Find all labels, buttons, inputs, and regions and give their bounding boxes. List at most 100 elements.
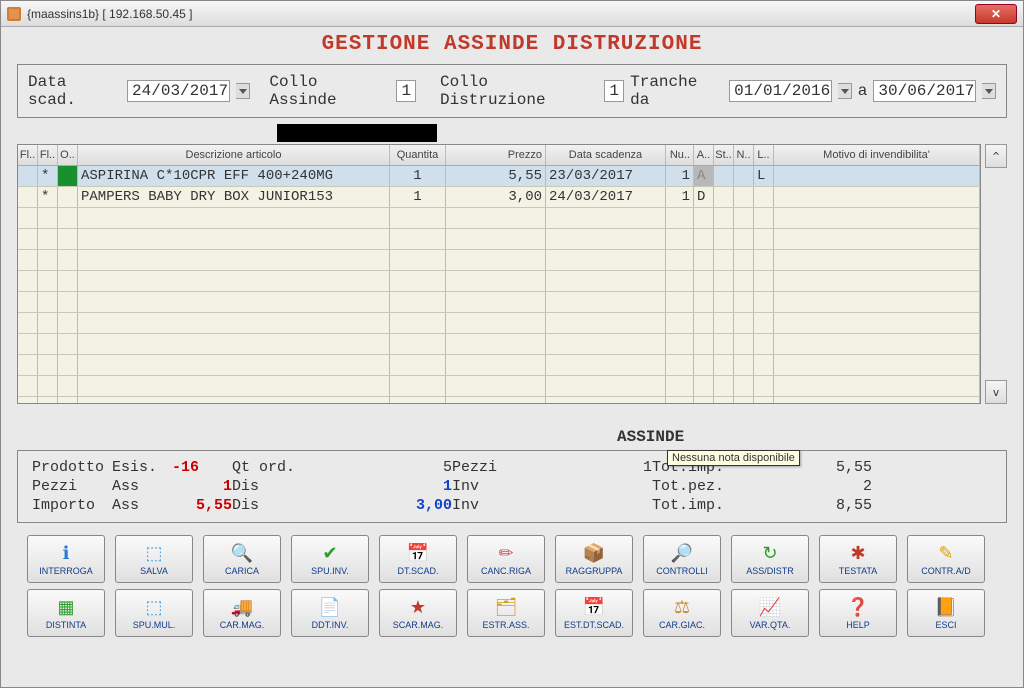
cell-col-qta[interactable]: 1 bbox=[390, 166, 446, 186]
toolbar-button-label: TESTATA bbox=[839, 566, 878, 576]
cell-col-l[interactable] bbox=[754, 187, 774, 207]
cell-col-prezzo[interactable]: 5,55 bbox=[446, 166, 546, 186]
distinta-icon: ▦ bbox=[54, 596, 78, 618]
car-giac-button[interactable]: ⚖CAR.GIAC. bbox=[643, 589, 721, 637]
cell-col-prezzo[interactable]: 3,00 bbox=[446, 187, 546, 207]
chevron-down-icon[interactable] bbox=[236, 83, 250, 99]
toolbar-button-label: SPU.MUL. bbox=[133, 620, 176, 630]
col-desc[interactable]: Descrizione articolo bbox=[78, 145, 390, 165]
toolbar-button-label: SPU.INV. bbox=[311, 566, 349, 576]
tooltip: Nessuna nota disponibile bbox=[667, 450, 800, 466]
canc-riga-button[interactable]: ✏CANC.RIGA bbox=[467, 535, 545, 583]
carica-icon: 🔍 bbox=[230, 542, 254, 564]
toolbar-button-label: SCAR.MAG. bbox=[393, 620, 444, 630]
table-row-empty bbox=[18, 334, 980, 355]
cell-col-mot[interactable] bbox=[774, 166, 980, 186]
scroll-up-button[interactable]: ^ bbox=[985, 144, 1007, 168]
salva-icon: ⬚ bbox=[142, 542, 166, 564]
col-fla[interactable]: Fl.. bbox=[18, 145, 38, 165]
ddt-inv-button[interactable]: 📄DDT.INV. bbox=[291, 589, 369, 637]
scar-mag-button[interactable]: ★SCAR.MAG. bbox=[379, 589, 457, 637]
col-st[interactable]: St.. bbox=[714, 145, 734, 165]
contr-ad-icon: ✎ bbox=[934, 542, 958, 564]
collo-assinde-input[interactable]: 1 bbox=[396, 80, 416, 102]
table-row[interactable]: *PAMPERS BABY DRY BOX JUNIOR15313,0024/0… bbox=[18, 187, 980, 208]
cell-col-nu[interactable]: 1 bbox=[666, 166, 694, 186]
ass-distr-button[interactable]: ↻ASS/DISTR bbox=[731, 535, 809, 583]
col-prezzo[interactable]: Prezzo bbox=[446, 145, 546, 165]
spu-inv-button[interactable]: ✔SPU.INV. bbox=[291, 535, 369, 583]
raggruppa-button[interactable]: 📦RAGGRUPPA bbox=[555, 535, 633, 583]
col-o[interactable]: O.. bbox=[58, 145, 78, 165]
spu-mul-button[interactable]: ⬚SPU.MUL. bbox=[115, 589, 193, 637]
cell-col-o[interactable] bbox=[58, 166, 78, 186]
cell-col-st[interactable] bbox=[714, 166, 734, 186]
interroga-button[interactable]: ℹINTERROGA bbox=[27, 535, 105, 583]
col-n[interactable]: N.. bbox=[734, 145, 754, 165]
table-row-empty bbox=[18, 397, 980, 404]
summary-qtord-label: Qt ord. bbox=[232, 459, 332, 476]
cell-col-a[interactable]: A bbox=[694, 166, 714, 186]
dt-scad-icon: 📅 bbox=[406, 542, 430, 564]
cell-col-flb[interactable]: * bbox=[38, 166, 58, 186]
ass-distr-icon: ↻ bbox=[758, 542, 782, 564]
cell-col-scad[interactable]: 24/03/2017 bbox=[546, 187, 666, 207]
esci-button[interactable]: 📙ESCI bbox=[907, 589, 985, 637]
scroll-down-button[interactable]: v bbox=[985, 380, 1007, 404]
tranche-to-input[interactable]: 30/06/2017 bbox=[873, 80, 976, 102]
var-qta-button[interactable]: 📈VAR.QTA. bbox=[731, 589, 809, 637]
chevron-down-icon[interactable] bbox=[982, 83, 996, 99]
cell-col-fla[interactable] bbox=[18, 166, 38, 186]
car-giac-icon: ⚖ bbox=[670, 596, 694, 618]
col-flb[interactable]: Fl.. bbox=[38, 145, 58, 165]
cell-col-qta[interactable]: 1 bbox=[390, 187, 446, 207]
cell-col-st[interactable] bbox=[714, 187, 734, 207]
cell-col-flb[interactable]: * bbox=[38, 187, 58, 207]
col-qta[interactable]: Quantita bbox=[390, 145, 446, 165]
testata-button[interactable]: ✱TESTATA bbox=[819, 535, 897, 583]
cell-col-o[interactable] bbox=[58, 187, 78, 207]
cell-col-scad[interactable]: 23/03/2017 bbox=[546, 166, 666, 186]
col-l[interactable]: L.. bbox=[754, 145, 774, 165]
carica-button[interactable]: 🔍CARICA bbox=[203, 535, 281, 583]
summary-dis-label: Dis bbox=[232, 478, 332, 495]
cell-col-mot[interactable] bbox=[774, 187, 980, 207]
col-nu[interactable]: Nu.. bbox=[666, 145, 694, 165]
table-row-empty bbox=[18, 250, 980, 271]
salva-button[interactable]: ⬚SALVA bbox=[115, 535, 193, 583]
table-row[interactable]: *ASPIRINA C*10CPR EFF 400+240MG15,5523/0… bbox=[18, 166, 980, 187]
cell-col-desc[interactable]: ASPIRINA C*10CPR EFF 400+240MG bbox=[78, 166, 390, 186]
chevron-down-icon[interactable] bbox=[838, 83, 852, 99]
cell-col-a[interactable]: D bbox=[694, 187, 714, 207]
tranche-a-label: a bbox=[858, 82, 868, 100]
col-a[interactable]: A.. bbox=[694, 145, 714, 165]
summary-totimp1-value: 5,55 bbox=[792, 459, 872, 476]
controlli-button[interactable]: 🔎CONTROLLI bbox=[643, 535, 721, 583]
cell-col-nu[interactable]: 1 bbox=[666, 187, 694, 207]
esci-icon: 📙 bbox=[934, 596, 958, 618]
table-row-empty bbox=[18, 313, 980, 334]
data-scad-input[interactable]: 24/03/2017 bbox=[127, 80, 230, 102]
close-button[interactable]: ✕ bbox=[975, 4, 1017, 24]
tranche-from-input[interactable]: 01/01/2016 bbox=[729, 80, 832, 102]
col-mot[interactable]: Motivo di invendibilita' bbox=[774, 145, 980, 165]
dt-scad-button[interactable]: 📅DT.SCAD. bbox=[379, 535, 457, 583]
summary-ass2-label: Ass bbox=[112, 497, 172, 514]
toolbar-button-label: CONTR.A/D bbox=[921, 566, 971, 576]
app-window: {maassins1b} [ 192.168.50.45 ] ✕ GESTION… bbox=[0, 0, 1024, 688]
estr-ass-button[interactable]: 🗂ESTR.ASS. bbox=[467, 589, 545, 637]
collo-distruzione-input[interactable]: 1 bbox=[604, 80, 624, 102]
car-mag-button[interactable]: 🚚CAR.MAG. bbox=[203, 589, 281, 637]
data-grid[interactable]: Fl.. Fl.. O.. Descrizione articolo Quant… bbox=[17, 144, 981, 404]
est-dt-scad-button[interactable]: 📅EST.DT.SCAD. bbox=[555, 589, 633, 637]
help-button[interactable]: ❓HELP bbox=[819, 589, 897, 637]
cell-col-l[interactable]: L bbox=[754, 166, 774, 186]
cell-col-n[interactable] bbox=[734, 166, 754, 186]
cell-col-n[interactable] bbox=[734, 187, 754, 207]
col-scad[interactable]: Data scadenza bbox=[546, 145, 666, 165]
toolbar-button-label: INTERROGA bbox=[39, 566, 93, 576]
cell-col-fla[interactable] bbox=[18, 187, 38, 207]
contr-ad-button[interactable]: ✎ CONTR.A/D bbox=[907, 535, 985, 583]
distinta-button[interactable]: ▦DISTINTA bbox=[27, 589, 105, 637]
cell-col-desc[interactable]: PAMPERS BABY DRY BOX JUNIOR153 bbox=[78, 187, 390, 207]
